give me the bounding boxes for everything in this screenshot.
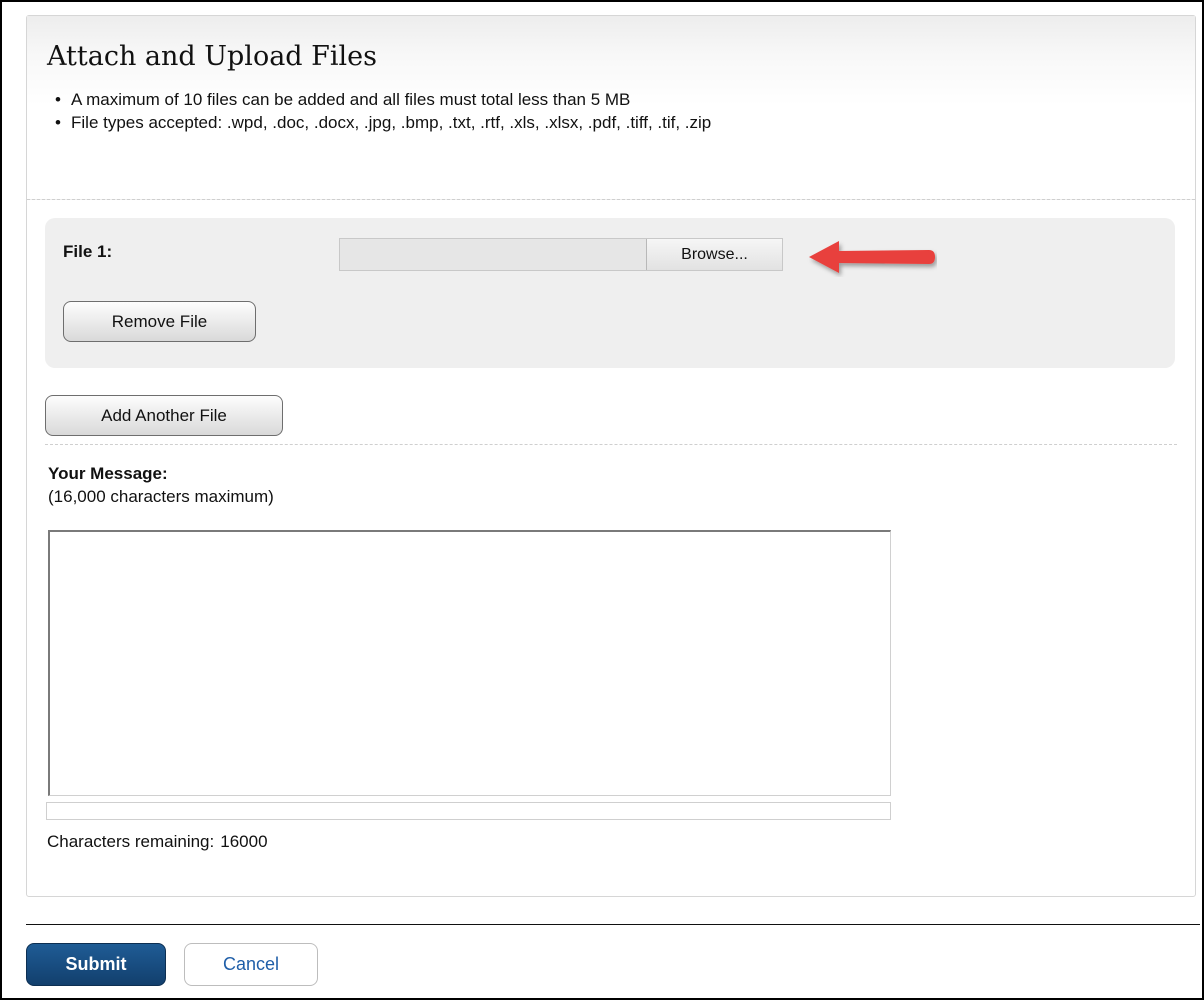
panel-header: Attach and Upload Files A maximum of 10 … xyxy=(27,16,1195,200)
instruction-file-types: File types accepted: .wpd, .doc, .docx, … xyxy=(55,111,711,134)
remove-file-button[interactable]: Remove File xyxy=(63,301,256,342)
chars-remaining: Characters remaining: 16000 xyxy=(47,832,268,852)
chars-remaining-label: Characters remaining: xyxy=(47,832,215,851)
page-title: Attach and Upload Files xyxy=(47,41,377,72)
section-divider xyxy=(45,444,1177,445)
instruction-max-files: A maximum of 10 files can be added and a… xyxy=(55,88,711,111)
chars-remaining-value: 16000 xyxy=(220,832,268,851)
file-path-field[interactable] xyxy=(340,239,646,270)
cancel-button[interactable]: Cancel xyxy=(184,943,318,986)
file-label: File 1: xyxy=(63,242,113,261)
add-another-file-button[interactable]: Add Another File xyxy=(45,395,283,436)
instructions-list: A maximum of 10 files can be added and a… xyxy=(55,88,711,134)
browse-button[interactable]: Browse... xyxy=(646,239,782,270)
red-arrow-left-icon xyxy=(809,241,935,273)
message-hint: (16,000 characters maximum) xyxy=(48,487,274,506)
upload-panel: Attach and Upload Files A maximum of 10 … xyxy=(26,15,1196,897)
submit-button[interactable]: Submit xyxy=(26,943,166,986)
message-label: Your Message: xyxy=(48,464,168,483)
message-textarea[interactable] xyxy=(48,530,891,796)
file-entry-1: File 1: Browse... Remove File xyxy=(45,218,1175,368)
footer-divider xyxy=(26,924,1200,925)
message-counter-bar xyxy=(46,802,891,820)
file-input[interactable]: Browse... xyxy=(339,238,783,271)
